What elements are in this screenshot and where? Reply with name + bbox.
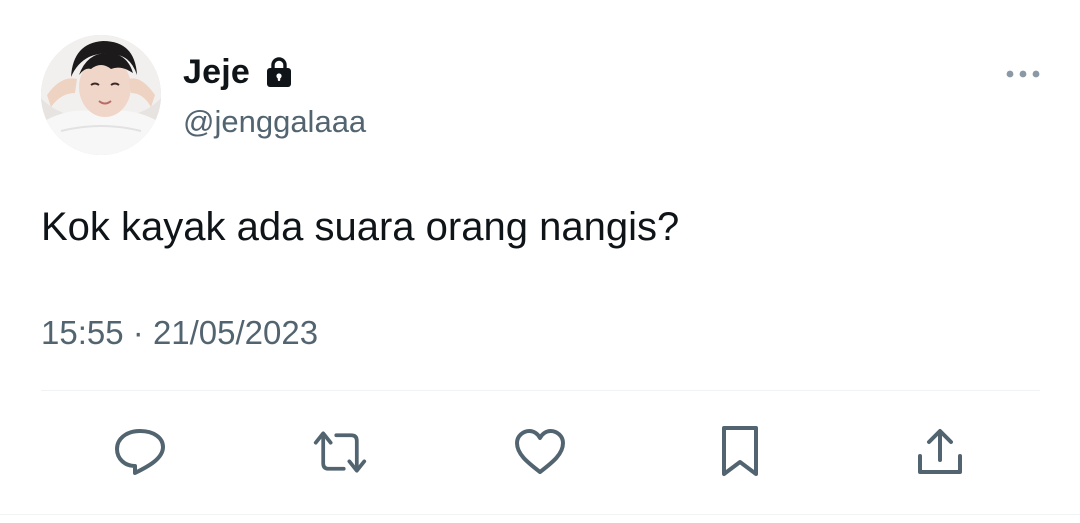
display-name[interactable]: Jeje — [183, 53, 250, 92]
reply-icon — [115, 429, 165, 475]
reply-button[interactable] — [112, 424, 168, 480]
avatar[interactable] — [41, 35, 161, 155]
bookmark-button[interactable] — [712, 424, 768, 480]
divider — [41, 390, 1040, 391]
avatar-image — [41, 35, 161, 155]
tweet-date: 21/05/2023 — [152, 314, 319, 351]
heart-icon — [515, 429, 565, 474]
tweet-card: Jeje @jenggalaaa Kok kayak ada suara ora… — [0, 0, 1080, 523]
retweet-icon — [313, 431, 367, 473]
retweet-button[interactable] — [312, 424, 368, 480]
like-button[interactable] — [512, 424, 568, 480]
share-button[interactable] — [912, 424, 968, 480]
tweet-timestamp[interactable]: 15:55 · 21/05/2023 — [41, 314, 318, 352]
bottom-divider — [0, 514, 1080, 515]
bookmark-icon — [722, 426, 758, 476]
lock-icon — [266, 56, 292, 88]
display-name-row: Jeje — [183, 50, 292, 94]
meta-separator: · — [132, 314, 144, 351]
user-handle[interactable]: @jenggalaaa — [183, 104, 366, 140]
more-icon[interactable] — [1004, 66, 1042, 82]
share-icon — [918, 429, 962, 474]
tweet-time: 15:55 — [41, 314, 124, 351]
tweet-text: Kok kayak ada suara orang nangis? — [41, 205, 680, 249]
